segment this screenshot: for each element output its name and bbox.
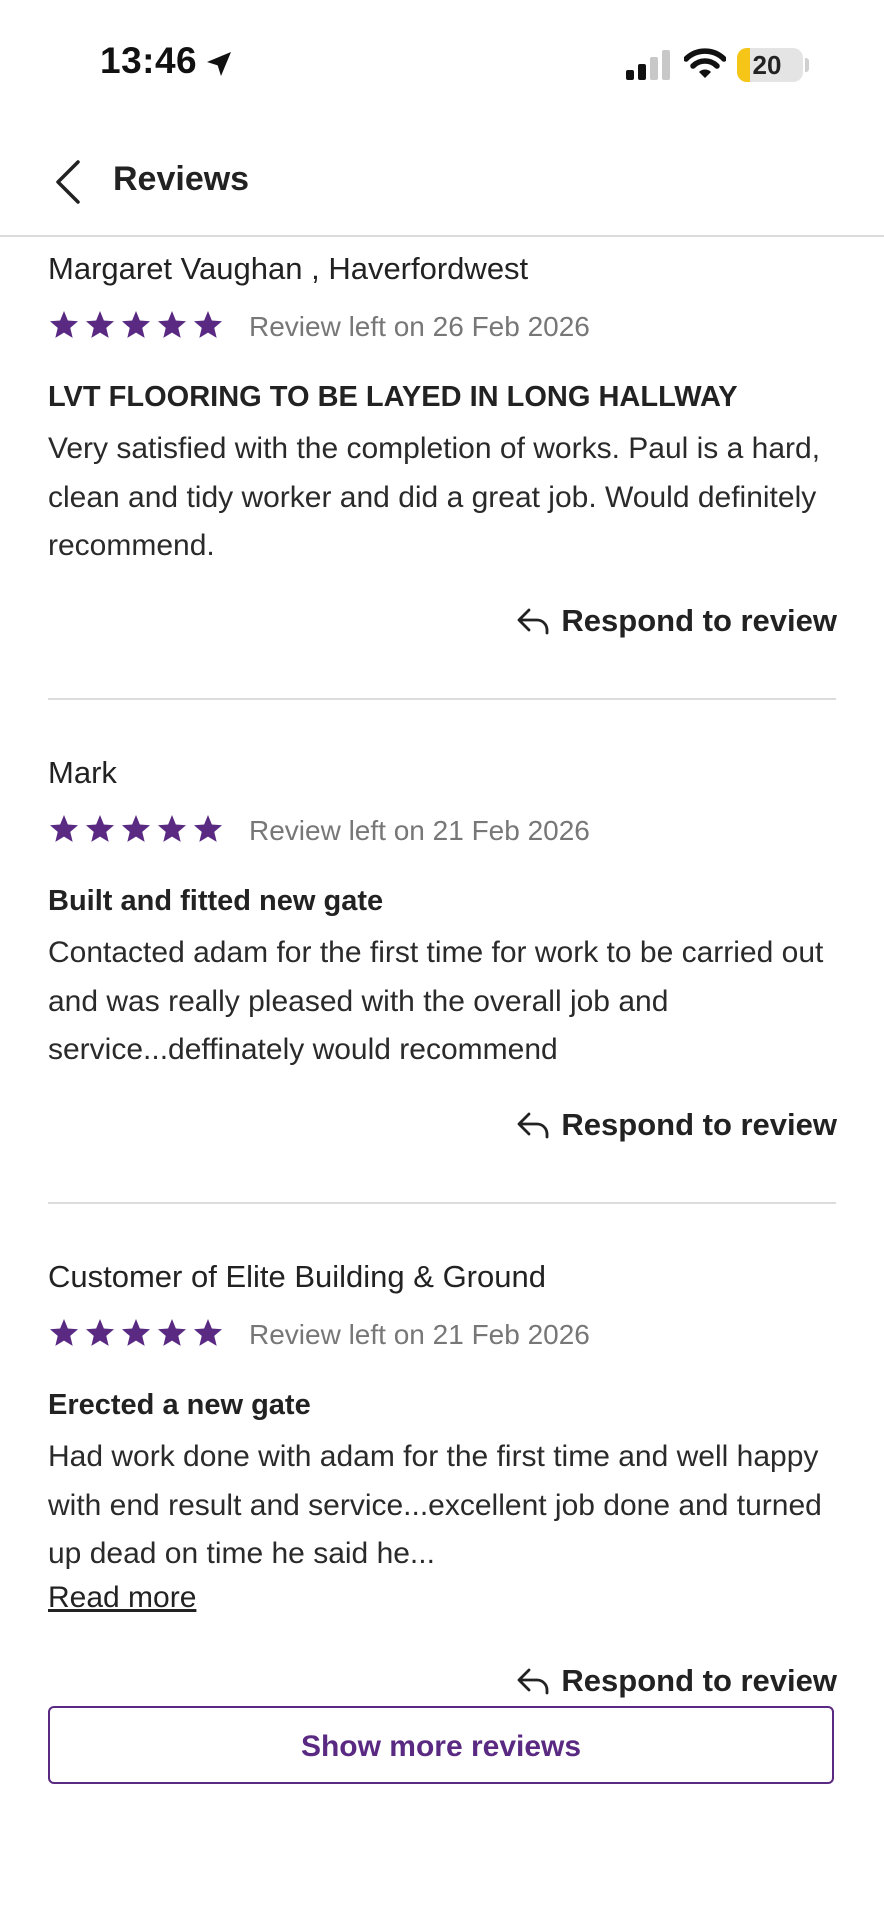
reviewer-name: Mark <box>48 755 117 790</box>
reply-arrow-icon <box>517 608 549 635</box>
star-icon <box>194 815 222 842</box>
respond-to-review-button[interactable]: Respond to review <box>515 1107 837 1147</box>
star-icon <box>86 815 114 842</box>
respond-label: Respond to review <box>561 1663 837 1698</box>
review-title: Built and fitted new gate <box>48 885 384 917</box>
reviewer-name: Customer of Elite Building & Ground <box>48 1259 546 1294</box>
review-card: Mark Review left on 21 Feb 2026 Built an… <box>48 755 837 1142</box>
review-date: Review left on 26 Feb 2026 <box>249 311 590 342</box>
page-title: Reviews <box>113 160 250 198</box>
star-icon <box>122 1319 150 1346</box>
reply-arrow-icon <box>517 1112 549 1139</box>
battery-indicator: 20 <box>737 48 803 82</box>
reviewer-name: Margaret Vaughan , Haverfordwest <box>48 251 529 286</box>
wifi-icon <box>684 48 726 78</box>
star-icon <box>86 1319 114 1346</box>
divider <box>48 698 836 700</box>
review-body: Had work done with adam for the first ti… <box>48 1440 822 1570</box>
reply-arrow-icon <box>517 1668 549 1695</box>
star-icon <box>122 815 150 842</box>
review-title: LVT FLOORING TO BE LAYED IN LONG HALLWAY <box>48 381 738 413</box>
status-bar: 13:46 20 <box>0 0 884 128</box>
back-chevron-icon[interactable] <box>52 158 86 206</box>
star-icon <box>194 1319 222 1346</box>
review-date: Review left on 21 Feb 2026 <box>249 815 590 846</box>
star-icon <box>194 311 222 338</box>
cellular-signal-icon <box>626 50 670 80</box>
respond-to-review-button[interactable]: Respond to review <box>515 603 837 643</box>
review-body: Contacted adam for the first time for wo… <box>48 936 824 1066</box>
review-body: Very satisfied with the completion of wo… <box>48 432 821 562</box>
star-icon <box>158 311 186 338</box>
show-more-reviews-button[interactable]: Show more reviews <box>48 1706 834 1784</box>
star-rating <box>48 1317 228 1353</box>
location-arrow-icon <box>207 52 231 76</box>
respond-to-review-button[interactable]: Respond to review <box>515 1663 837 1703</box>
star-icon <box>50 311 78 338</box>
battery-percentage: 20 <box>752 50 782 80</box>
rating-row: Review left on 21 Feb 2026 <box>48 1317 836 1353</box>
rating-row: Review left on 21 Feb 2026 <box>48 813 836 849</box>
read-more-link[interactable]: Read more <box>48 1581 196 1615</box>
review-title: Erected a new gate <box>48 1389 311 1421</box>
divider <box>48 1202 836 1204</box>
navigation-bar: Reviews <box>0 128 884 237</box>
respond-label: Respond to review <box>561 1107 837 1142</box>
review-date: Review left on 21 Feb 2026 <box>249 1319 590 1350</box>
respond-label: Respond to review <box>561 603 837 638</box>
star-rating <box>48 813 228 849</box>
star-icon <box>158 815 186 842</box>
status-time: 13:46 <box>100 40 198 81</box>
battery-cap <box>805 58 809 72</box>
review-card: Margaret Vaughan , Haverfordwest Review … <box>48 251 837 638</box>
star-icon <box>86 311 114 338</box>
star-rating <box>48 309 228 345</box>
star-icon <box>50 1319 78 1346</box>
star-icon <box>122 311 150 338</box>
star-icon <box>50 815 78 842</box>
review-card: Customer of Elite Building & Ground Revi… <box>48 1259 837 1698</box>
rating-row: Review left on 26 Feb 2026 <box>48 309 836 345</box>
star-icon <box>158 1319 186 1346</box>
